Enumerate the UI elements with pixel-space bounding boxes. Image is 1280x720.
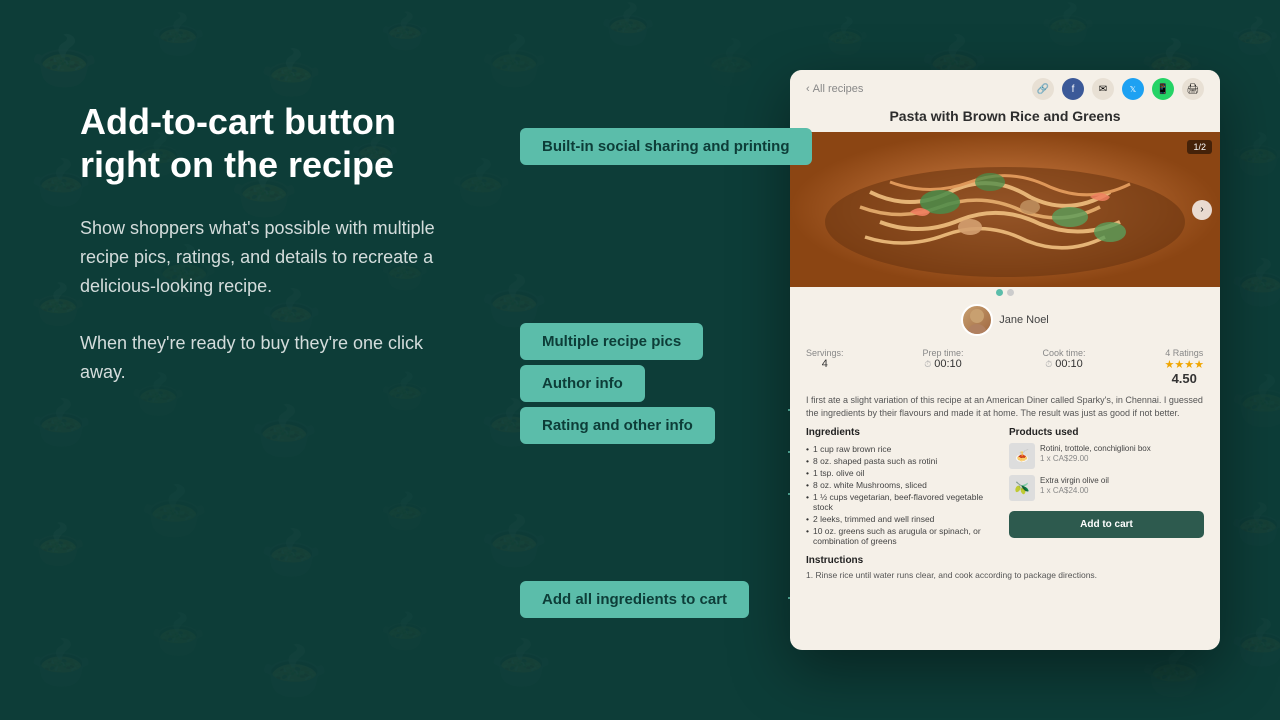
svg-text:🍲: 🍲 (1230, 129, 1280, 180)
ingredient-7: 10 oz. greens such as arugula or spinach… (806, 525, 1001, 547)
svg-text:🍲: 🍲 (30, 519, 86, 570)
image-next-button[interactable]: › (1192, 200, 1212, 220)
feature-add-to-cart: Add all ingredients to cart (520, 581, 749, 618)
recipe-description: I first ate a slight variation of this r… (790, 394, 1220, 427)
svg-text:🍲: 🍲 (140, 480, 208, 542)
main-heading: Add-to-cart button right on the recipe (80, 100, 460, 186)
back-link[interactable]: ‹ All recipes (806, 83, 863, 95)
svg-text:🍲: 🍲 (30, 30, 98, 92)
svg-text:🍲: 🍲 (600, 0, 656, 50)
feature-social-sharing: Built-in social sharing and printing (520, 128, 812, 165)
product-1-image: 🍝 (1009, 443, 1035, 469)
author-name: Jane Noel (999, 314, 1049, 326)
share-icons-row: 🔗 f ✉ 𝕏 📱 🖨 (1032, 78, 1204, 100)
recipe-image: 1/2 › (790, 132, 1220, 287)
recipe-meta: Servings: 4 Prep time: ⏱ 00:10 Cook time… (790, 342, 1220, 394)
recipe-title: Pasta with Brown Rice and Greens (790, 108, 1220, 132)
print-icon[interactable]: 🖨 (1182, 78, 1204, 100)
svg-text:🍲: 🍲 (1230, 615, 1280, 671)
author-avatar (961, 304, 993, 336)
rating-section: 4 Ratings ★★★★ 4.50 (1165, 348, 1204, 386)
twitter-icon[interactable]: 𝕏 (1122, 78, 1144, 100)
svg-text:🍲: 🍲 (380, 490, 430, 534)
author-section: Jane Noel (790, 298, 1220, 342)
ingredient-4: 8 oz. white Mushrooms, sliced (806, 479, 1001, 491)
dot-1 (996, 289, 1003, 296)
product-2: 🫒 Extra virgin olive oil 1 x CA$24.00 (1009, 475, 1204, 501)
product-2-image: 🫒 (1009, 475, 1035, 501)
image-dots (790, 287, 1220, 298)
dot-2 (1007, 289, 1014, 296)
ingredient-3: 1 tsp. olive oil (806, 467, 1001, 479)
svg-text:🍲: 🍲 (30, 279, 86, 330)
ingredients-col: Ingredients 1 cup raw brown rice 8 oz. s… (806, 427, 1001, 547)
description-1: Show shoppers what's possible with multi… (80, 214, 460, 300)
svg-text:🍲: 🍲 (150, 609, 206, 660)
instructions: Instructions 1. Rinse rice until water r… (790, 555, 1220, 590)
svg-text:🍲: 🍲 (1230, 15, 1280, 59)
svg-text:🍲: 🍲 (260, 640, 328, 702)
add-to-cart-button[interactable]: Add to cart (1009, 511, 1204, 538)
svg-text:🍲: 🍲 (1230, 255, 1280, 311)
ingredient-1: 1 cup raw brown rice (806, 443, 1001, 455)
feature-rating-info: Rating and other info (520, 407, 715, 444)
link-icon[interactable]: 🔗 (1032, 78, 1054, 100)
ingredient-5: 1 ½ cups vegetarian, beef-flavored veget… (806, 491, 1001, 513)
cook-meta: Cook time: ⏱ 00:10 (1043, 348, 1086, 370)
svg-text:🍲: 🍲 (30, 395, 92, 451)
feature-author-info: Author info (520, 365, 645, 402)
product-1-info: Rotini, trottole, conchiglioni box 1 x C… (1040, 443, 1151, 463)
description-2: When they're ready to buy they're one cl… (80, 329, 460, 387)
svg-text:🍲: 🍲 (1230, 499, 1280, 550)
recipe-demo-area: Built-in social sharing and printing Mul… (520, 70, 1220, 650)
image-counter: 1/2 (1187, 140, 1212, 154)
feature-multiple-pics: Multiple recipe pics (520, 323, 703, 360)
email-icon[interactable]: ✉ (1092, 78, 1114, 100)
ingredient-6: 2 leeks, trimmed and well rinsed (806, 513, 1001, 525)
svg-text:🍲: 🍲 (380, 10, 430, 54)
product-2-info: Extra virgin olive oil 1 x CA$24.00 (1040, 475, 1109, 495)
svg-text:🍲: 🍲 (820, 15, 870, 59)
svg-text:🍲: 🍲 (250, 400, 318, 462)
product-1: 🍝 Rotini, trottole, conchiglioni box 1 x… (1009, 443, 1204, 469)
svg-text:🍲: 🍲 (380, 610, 430, 654)
ingredient-2: 8 oz. shaped pasta such as rotini (806, 455, 1001, 467)
svg-text:🍲: 🍲 (260, 525, 322, 581)
products-col: Products used 🍝 Rotini, trottole, conchi… (1009, 427, 1204, 547)
svg-text:🍲: 🍲 (1230, 370, 1280, 432)
svg-text:🍲: 🍲 (150, 9, 206, 60)
servings-meta: Servings: 4 (806, 348, 844, 370)
svg-text:🍲: 🍲 (1040, 0, 1096, 50)
prep-meta: Prep time: ⏱ 00:10 (923, 348, 964, 370)
facebook-icon[interactable]: f (1062, 78, 1084, 100)
card-nav: ‹ All recipes 🔗 f ✉ 𝕏 📱 🖨 (790, 70, 1220, 108)
ingredients-products: Ingredients 1 cup raw brown rice 8 oz. s… (790, 427, 1220, 555)
left-panel: Add-to-cart button right on the recipe S… (80, 100, 460, 386)
svg-text:🍲: 🍲 (260, 45, 322, 101)
recipe-card: ‹ All recipes 🔗 f ✉ 𝕏 📱 🖨 Pasta with Bro… (790, 70, 1220, 650)
whatsapp-icon[interactable]: 📱 (1152, 78, 1174, 100)
svg-text:🍲: 🍲 (30, 635, 92, 691)
chevron-left-icon: ‹ (806, 83, 810, 95)
